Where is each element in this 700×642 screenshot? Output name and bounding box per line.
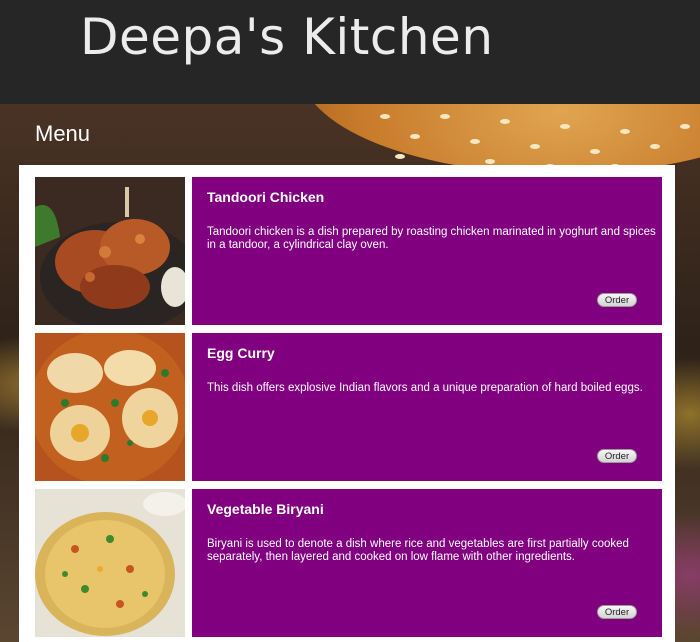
menu-panel: Tandoori Chicken Tandoori chicken is a d… xyxy=(19,165,675,642)
site-title: Deepa's Kitchen xyxy=(80,8,494,66)
menu-item-tandoori-chicken: Tandoori Chicken Tandoori chicken is a d… xyxy=(35,177,662,325)
item-description: This dish offers explosive Indian flavor… xyxy=(207,382,643,394)
order-button[interactable]: Order xyxy=(597,605,637,619)
item-description: Tandoori chicken is a dish prepared by r… xyxy=(207,226,656,251)
egg-curry-image xyxy=(35,333,185,481)
site-header: Deepa's Kitchen xyxy=(0,0,700,104)
menu-heading: Menu xyxy=(35,121,91,146)
item-description: Biryani is used to denote a dish where r… xyxy=(207,538,629,563)
menu-item-card: Vegetable Biryani Biryani is used to den… xyxy=(192,489,662,637)
menu-item-egg-curry: Egg Curry This dish offers explosive Ind… xyxy=(35,333,662,481)
menu-item-card: Egg Curry This dish offers explosive Ind… xyxy=(192,333,662,481)
vegetable-biryani-image xyxy=(35,489,185,637)
order-button[interactable]: Order xyxy=(597,293,637,307)
item-title: Vegetable Biryani xyxy=(207,501,324,517)
item-title: Egg Curry xyxy=(207,345,275,361)
burger-bun-image xyxy=(300,104,700,174)
menu-item-card: Tandoori Chicken Tandoori chicken is a d… xyxy=(192,177,662,325)
item-title: Tandoori Chicken xyxy=(207,189,325,205)
order-button[interactable]: Order xyxy=(597,449,637,463)
menu-item-vegetable-biryani: Vegetable Biryani Biryani is used to den… xyxy=(35,489,662,637)
tandoori-chicken-image xyxy=(35,177,185,325)
